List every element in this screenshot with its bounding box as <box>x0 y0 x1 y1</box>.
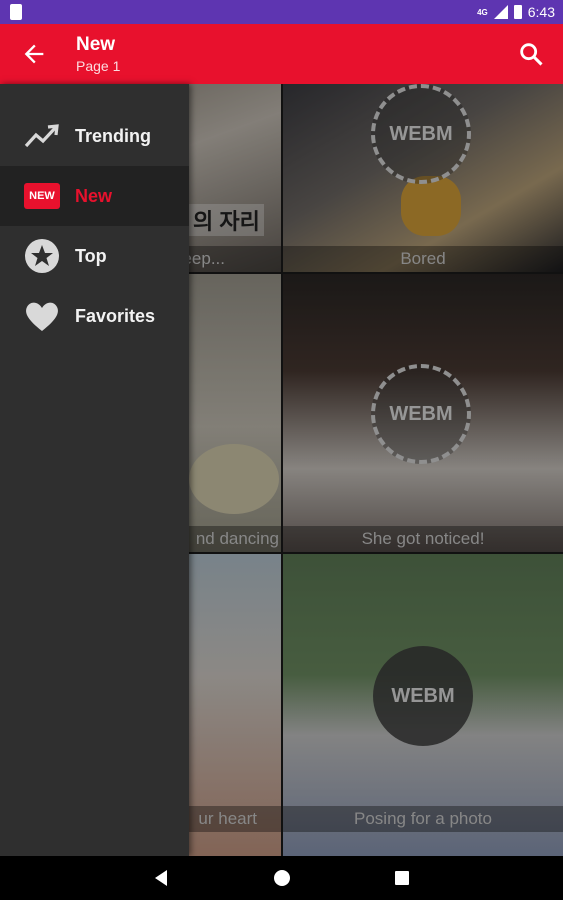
signal-icon <box>493 5 508 19</box>
drawer-item-label: Favorites <box>75 305 156 326</box>
recents-nav-icon[interactable] <box>392 868 412 888</box>
drawer-item-new[interactable]: NEW New <box>0 166 189 226</box>
search-icon[interactable] <box>517 40 545 68</box>
new-badge-icon: NEW <box>24 178 60 214</box>
drawer-item-label: Trending <box>75 125 151 146</box>
arrow-back-icon[interactable] <box>20 40 48 68</box>
trending-up-icon <box>24 118 60 154</box>
system-navigation-bar <box>0 856 563 900</box>
drawer-item-top[interactable]: Top <box>0 226 189 286</box>
network-type: 4G <box>477 7 488 17</box>
sim-card-icon <box>10 4 22 20</box>
battery-icon <box>513 5 522 19</box>
page-subtitle: Page 1 <box>76 58 121 74</box>
heart-icon <box>24 298 60 334</box>
page-title: New <box>76 34 116 55</box>
clock: 6:43 <box>527 4 555 20</box>
drawer-item-trending[interactable]: Trending <box>0 106 189 166</box>
back-nav-icon[interactable] <box>152 868 172 888</box>
star-icon <box>24 238 60 274</box>
drawer-item-label: Top <box>75 245 107 266</box>
navigation-drawer: Trending NEW New Top Favorites <box>0 84 189 856</box>
drawer-item-label: New <box>75 185 113 206</box>
home-nav-icon[interactable] <box>272 868 292 888</box>
new-badge-text: NEW <box>24 183 60 209</box>
app-bar: New Page 1 <box>0 24 563 84</box>
status-bar: 4G 6:43 <box>0 0 563 24</box>
drawer-item-favorites[interactable]: Favorites <box>0 286 189 346</box>
